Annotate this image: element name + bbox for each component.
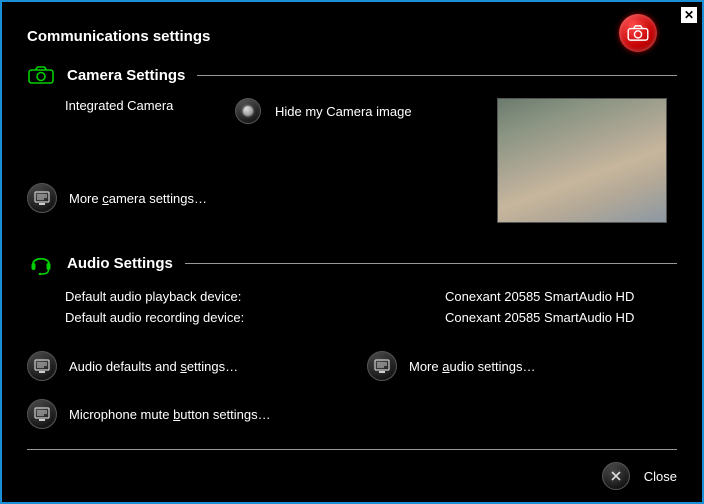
close-button[interactable]: Close bbox=[602, 462, 677, 490]
divider bbox=[185, 263, 677, 264]
headset-icon bbox=[29, 251, 53, 275]
page-title: Communications settings bbox=[27, 28, 210, 45]
audio-section-title: Audio Settings bbox=[67, 255, 173, 272]
control-panel-icon bbox=[34, 407, 50, 421]
camera-device-name: Integrated Camera bbox=[65, 98, 235, 113]
recording-device-label: Default audio recording device: bbox=[65, 310, 445, 325]
control-panel-icon bbox=[34, 359, 50, 373]
webcam-capture-button[interactable] bbox=[619, 14, 657, 52]
close-icon: ✕ bbox=[684, 9, 694, 21]
audio-defaults-label: Audio defaults and settings… bbox=[69, 359, 238, 374]
more-audio-settings-link[interactable]: More audio settings… bbox=[367, 351, 677, 381]
close-icon bbox=[610, 470, 622, 482]
camera-preview bbox=[497, 98, 667, 223]
hide-camera-label: Hide my Camera image bbox=[275, 104, 412, 119]
control-panel-icon bbox=[374, 359, 390, 373]
recording-device-value: Conexant 20585 SmartAudio HD bbox=[445, 310, 634, 325]
divider bbox=[197, 75, 677, 76]
audio-defaults-settings-link[interactable]: Audio defaults and settings… bbox=[27, 351, 337, 381]
window-close-button[interactable]: ✕ bbox=[681, 7, 697, 23]
hide-camera-radio[interactable] bbox=[235, 98, 261, 124]
microphone-mute-settings-link[interactable]: Microphone mute button settings… bbox=[27, 399, 337, 429]
more-camera-settings-label: More camera settings… bbox=[69, 191, 207, 206]
camera-section-title: Camera Settings bbox=[67, 67, 185, 84]
radio-dot-icon bbox=[243, 106, 253, 116]
close-label: Close bbox=[644, 469, 677, 484]
playback-device-value: Conexant 20585 SmartAudio HD bbox=[445, 289, 634, 304]
camera-section-icon bbox=[28, 66, 54, 84]
camera-icon bbox=[627, 25, 649, 41]
control-panel-icon bbox=[34, 191, 50, 205]
microphone-mute-label: Microphone mute button settings… bbox=[69, 407, 271, 422]
more-audio-label: More audio settings… bbox=[409, 359, 535, 374]
divider bbox=[27, 449, 677, 450]
playback-device-label: Default audio playback device: bbox=[65, 289, 445, 304]
